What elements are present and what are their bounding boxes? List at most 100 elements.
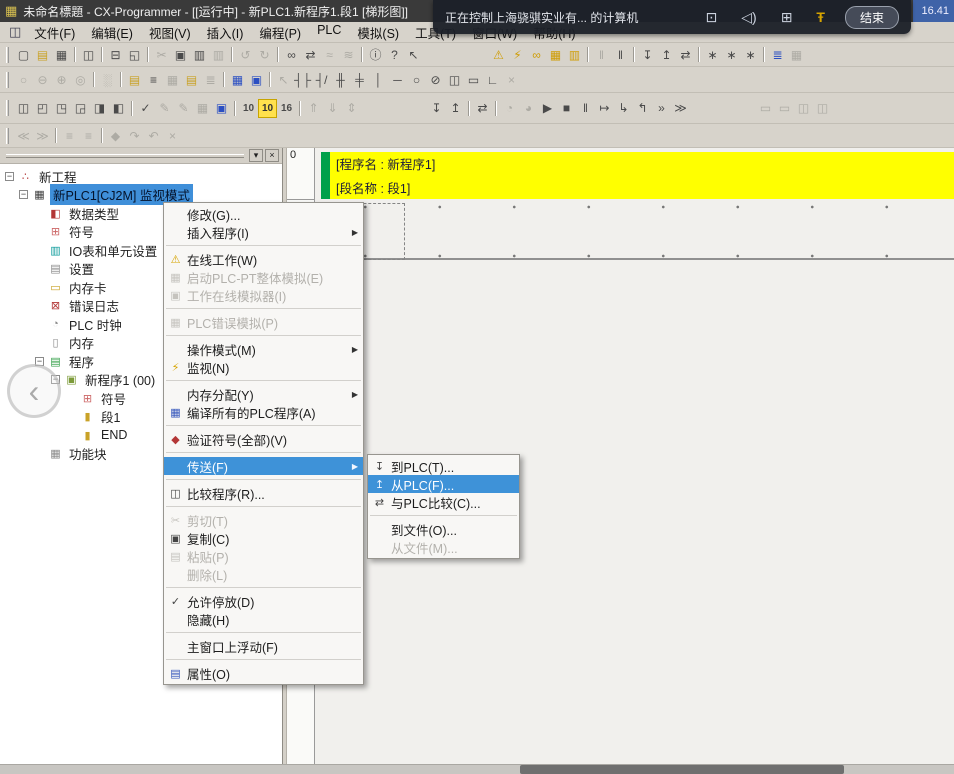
find-icon[interactable]: ∞: [282, 45, 301, 64]
work-online-sim-icon[interactable]: ◔: [500, 99, 519, 118]
context-menu-item[interactable]: ▤ 属性(O): [164, 664, 363, 682]
online-edit-transfer-icon[interactable]: ∗: [741, 45, 760, 64]
tree-item[interactable]: − ∴ 新工程: [0, 167, 282, 186]
cross-reference-icon[interactable]: ◫: [794, 99, 813, 118]
menubar-item[interactable]: 模拟(S): [349, 21, 407, 44]
end-session-button[interactable]: 结束: [845, 6, 899, 29]
context-menu-item[interactable]: 传送(F) ▶: [164, 457, 363, 475]
menubar-item[interactable]: 编辑(E): [83, 21, 141, 44]
window-split-icon[interactable]: ◲: [71, 99, 90, 118]
transfer-online-icon[interactable]: ▥: [565, 45, 584, 64]
mark-icon[interactable]: ◆: [106, 126, 125, 145]
mnemonic-view-icon[interactable]: ▦: [228, 70, 247, 89]
online-settings-icon[interactable]: ▦: [546, 45, 565, 64]
paste-icon[interactable]: ▥: [190, 45, 209, 64]
sim-pause-icon[interactable]: ‖: [576, 99, 595, 118]
work-online-icon[interactable]: ⚠: [489, 45, 508, 64]
remote-tools-icon[interactable]: Ŧ: [816, 9, 825, 25]
tile-windows-icon[interactable]: ◰: [33, 99, 52, 118]
compare-with-plc-icon[interactable]: ⇄: [473, 99, 492, 118]
window-side-icon[interactable]: ◧: [109, 99, 128, 118]
sim-run-icon[interactable]: ▶: [538, 99, 557, 118]
context-menu-item[interactable]: ⚡ 监视(N): [164, 358, 363, 376]
context-menu-item[interactable]: 删除(L): [164, 565, 363, 583]
undo-icon[interactable]: ↺: [236, 45, 255, 64]
continuous-step-icon[interactable]: »: [652, 99, 671, 118]
step-in-icon[interactable]: ↳: [614, 99, 633, 118]
cut-icon[interactable]: ✂: [152, 45, 171, 64]
context-menu-item[interactable]: ▦ 编译所有的PLC程序(A): [164, 403, 363, 421]
menubar-item[interactable]: 文件(F): [26, 21, 83, 44]
data-trace-icon[interactable]: ≣: [768, 45, 787, 64]
online-simulator-icon[interactable]: ◕: [519, 99, 538, 118]
section-header-row[interactable]: [程序名 : 新程序1]: [330, 152, 954, 176]
differential-down-icon[interactable]: ⇓: [323, 99, 342, 118]
panel-menu-button[interactable]: ▾: [249, 149, 263, 162]
show-comment-icon[interactable]: ▤: [125, 70, 144, 89]
context-menu-item[interactable]: ✓ 允许停放(D): [164, 592, 363, 610]
transfer-from-plc-icon[interactable]: ↥: [446, 99, 465, 118]
compare-with-plc-icon[interactable]: ⇄: [676, 45, 695, 64]
or-contact-icon[interactable]: ╫: [331, 70, 350, 89]
copy-icon[interactable]: ▣: [171, 45, 190, 64]
io-comment-icon[interactable]: ▦: [193, 99, 212, 118]
align-list-icon[interactable]: ≡: [60, 126, 79, 145]
help-icon[interactable]: ?: [385, 45, 404, 64]
find-next-icon[interactable]: ≈: [320, 45, 339, 64]
section-header-row[interactable]: [段名称 : 段1]: [330, 176, 954, 200]
contact-not-icon[interactable]: ┤/: [312, 70, 331, 89]
panel-close-button[interactable]: ×: [265, 149, 279, 162]
hex-16-icon[interactable]: 16: [277, 99, 296, 118]
outdent-icon[interactable]: ≪: [14, 126, 33, 145]
expand-collapse-icon[interactable]: −: [5, 172, 14, 181]
context-menu-item[interactable]: ▣ 复制(C): [164, 529, 363, 547]
print-preview-icon[interactable]: ◱: [125, 45, 144, 64]
grid-icon[interactable]: ░: [98, 70, 117, 89]
context-menu-item[interactable]: ⚠ 在线工作(W): [164, 250, 363, 268]
run-to-cursor-icon[interactable]: ≫: [671, 99, 690, 118]
pause-icon[interactable]: ‖: [611, 45, 630, 64]
about-icon[interactable]: ⓘ: [366, 45, 385, 64]
menubar-item[interactable]: 编程(P): [251, 21, 309, 44]
decimal-10-icon[interactable]: 10: [239, 99, 258, 118]
submenu-item[interactable]: 到文件(O)...: [368, 520, 519, 538]
sidebar-collapse-overlay[interactable]: ‹: [7, 364, 61, 418]
instruction-icon[interactable]: ▭: [464, 70, 483, 89]
step-run-icon[interactable]: ↦: [595, 99, 614, 118]
monitor-mode-icon[interactable]: ⚡: [508, 45, 527, 64]
indent-icon[interactable]: ≫: [33, 126, 52, 145]
redo-edit-icon[interactable]: ↷: [125, 126, 144, 145]
function-block-icon[interactable]: ◫: [445, 70, 464, 89]
menubar-item[interactable]: 视图(V): [141, 21, 199, 44]
submenu-item[interactable]: 从文件(M)...: [368, 538, 519, 556]
search-all-icon[interactable]: ≋: [339, 45, 358, 64]
coil-icon[interactable]: ○: [407, 70, 426, 89]
pause-monitor-icon[interactable]: ‖: [592, 45, 611, 64]
contact-icon[interactable]: ┤├: [293, 70, 312, 89]
check-program-icon[interactable]: ✓: [136, 99, 155, 118]
online-edit-icon[interactable]: ✎: [174, 99, 193, 118]
erase-edit-icon[interactable]: ×: [163, 126, 182, 145]
undo-edit-icon[interactable]: ↶: [144, 126, 163, 145]
window-half-icon[interactable]: ◨: [90, 99, 109, 118]
window-cross-view-icon[interactable]: ◳: [52, 99, 71, 118]
redo-icon[interactable]: ↻: [255, 45, 274, 64]
context-menu-item[interactable]: ▣ 工作在线模拟器(I): [164, 286, 363, 304]
context-menu-item[interactable]: 内存分配(Y) ▶: [164, 385, 363, 403]
paste-special-icon[interactable]: ▥: [209, 45, 228, 64]
horizontal-scrollbar[interactable]: [0, 764, 954, 774]
zoom-fit-icon[interactable]: ◎: [71, 70, 90, 89]
menubar-item[interactable]: 插入(I): [199, 21, 252, 44]
context-menu-item[interactable]: 主窗口上浮动(F): [164, 637, 363, 655]
context-menu-item[interactable]: ✂ 剪切(T): [164, 511, 363, 529]
cascade-windows-icon[interactable]: ◫: [14, 99, 33, 118]
compile-all-icon[interactable]: ∗: [703, 45, 722, 64]
panel-grip[interactable]: [6, 154, 244, 158]
context-menu-item[interactable]: ◫ 比较程序(R)...: [164, 484, 363, 502]
menubar-item[interactable]: PLC: [309, 21, 349, 44]
submenu-item[interactable]: ↧ 到PLC(T)...: [368, 457, 519, 475]
zoom-in-icon[interactable]: ⊕: [52, 70, 71, 89]
expand-collapse-icon[interactable]: −: [19, 190, 28, 199]
differential-monitor-icon[interactable]: ⇕: [342, 99, 361, 118]
program-tree-icon[interactable]: ≣: [201, 70, 220, 89]
